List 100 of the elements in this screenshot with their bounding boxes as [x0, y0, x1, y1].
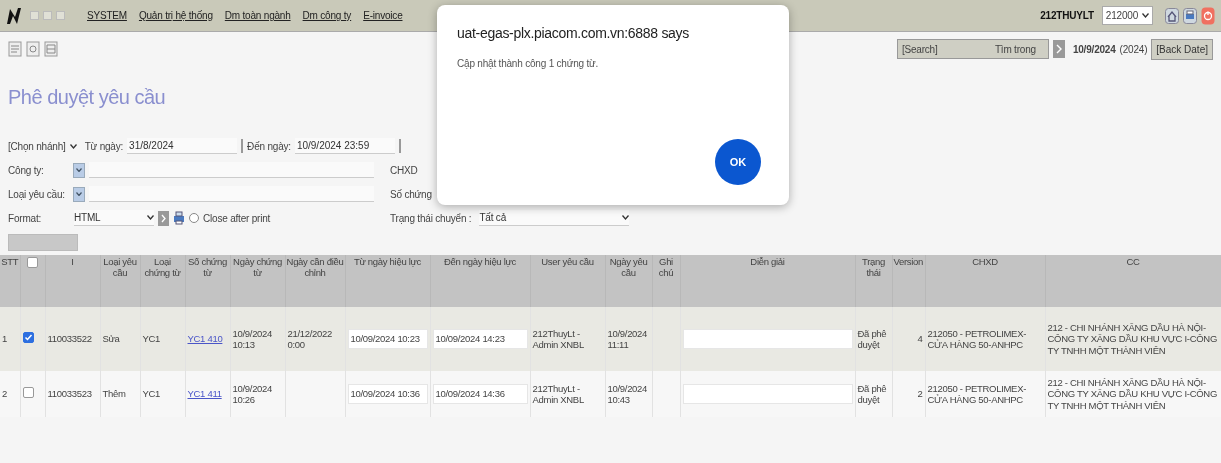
table-cell: Sửa	[100, 307, 140, 371]
document-icon[interactable]	[26, 41, 40, 57]
menu-item[interactable]: Quản trị hệ thống	[132, 8, 219, 23]
ok-button[interactable]: OK	[715, 139, 761, 185]
column-header: Số chứng từ	[185, 255, 230, 307]
table-cell: YC1	[140, 307, 185, 371]
radio-button[interactable]	[189, 213, 199, 223]
document-icon[interactable]	[44, 41, 58, 57]
menu-item[interactable]: Dm toàn ngành	[218, 8, 297, 23]
select-all-checkbox[interactable]	[27, 257, 38, 268]
table-cell: 21/12/2022 0:00	[285, 307, 345, 371]
chxd-label: CHXD	[390, 163, 418, 178]
table-cell: 212ThuyLt - Admin XNBL	[530, 371, 605, 417]
branch-select[interactable]: 212000	[1101, 6, 1153, 25]
description-field[interactable]	[682, 329, 853, 349]
caret-icon[interactable]	[622, 215, 630, 220]
column-header: Từ ngày hiệu lực	[345, 255, 430, 307]
close-after-print-label: Close after print	[203, 211, 271, 226]
dialog-title: uat-egas-plx.piacom.com.vn:6888 says	[457, 24, 690, 43]
date-field[interactable]: 10/09/2024 14:36	[432, 384, 528, 404]
page-title: Phê duyệt yêu cầu	[8, 85, 167, 110]
search-scope: Tìm trong	[994, 42, 1036, 57]
table-cell: Đã phê duyệt	[855, 371, 892, 417]
table-cell: 2	[0, 371, 20, 417]
logo-icon[interactable]	[6, 6, 22, 25]
row-checkbox[interactable]	[22, 387, 34, 399]
back-date-button[interactable]: [Back Date]	[1151, 38, 1213, 60]
table-cell: 4	[892, 307, 925, 371]
date-field[interactable]: 10/09/2024 10:23	[347, 329, 428, 349]
column-header: Loại yêu cầu	[100, 255, 140, 307]
company-field[interactable]	[88, 162, 374, 178]
table-cell: Thêm	[100, 371, 140, 417]
to-date-field[interactable]: 10/9/2024 23:59	[294, 138, 395, 154]
table-cell: Đã phê duyệt	[855, 307, 892, 371]
request-type-field[interactable]	[88, 186, 374, 202]
column-header: Loại chứng từ	[140, 255, 185, 307]
document-link[interactable]: YC1 410	[187, 333, 223, 345]
printer-icon[interactable]	[1183, 7, 1197, 24]
calendar-icon[interactable]	[241, 139, 244, 153]
table-cell: 212 - CHI NHÁNH XĂNG DẦU HÀ NỘI-CÔNG TY XĂNG DẦU KHU VỰC I-CÔNG TY TNHH MỘT THÀNH VIÊN	[1045, 307, 1221, 371]
request-type-label: Loại yêu cầu:	[8, 187, 66, 202]
table-cell: 1	[0, 307, 20, 371]
column-header: Diễn giải	[680, 255, 855, 307]
column-header: Ngày yêu cầu	[605, 255, 652, 307]
menu-item[interactable]: E-invoice	[357, 8, 409, 23]
column-header: I	[45, 255, 100, 307]
request-type-dropdown[interactable]	[72, 186, 85, 202]
document-icon[interactable]	[8, 41, 22, 57]
caret-icon[interactable]	[1142, 13, 1149, 18]
description-field[interactable]	[682, 384, 853, 404]
caret-icon[interactable]	[69, 143, 77, 149]
transfer-status-select[interactable]: Tất cả	[479, 210, 630, 226]
document-link[interactable]: YC1 411	[187, 388, 222, 400]
column-header: STT	[0, 255, 20, 307]
company-dropdown[interactable]	[72, 162, 85, 178]
user-name: 212THUYLT	[1040, 9, 1094, 23]
home-icon[interactable]	[1165, 7, 1179, 24]
table-cell: 212050 - PETROLIMEX-CỬA HÀNG 50-ANHPC	[925, 371, 1045, 417]
branch-select[interactable]: [Chọn nhánh]	[8, 138, 77, 154]
column-header: Ngày cần điều chỉnh	[285, 255, 345, 307]
format-select[interactable]: HTML	[74, 210, 154, 226]
dialog-message: Cập nhật thành công 1 chứng từ.	[457, 57, 600, 71]
table-cell: 2	[892, 371, 925, 417]
table-cell: 10/9/2024 11:11	[605, 307, 652, 371]
table-cell: 212050 - PETROLIMEX-CỬA HÀNG 50-ANHPC	[925, 307, 1045, 371]
menu-item[interactable]: SYSTEM	[81, 8, 133, 23]
column-header: CHXD	[925, 255, 1045, 307]
calendar-icon[interactable]	[398, 139, 401, 153]
current-year: (2024)	[1119, 42, 1148, 57]
document-number-label: Số chứng	[390, 187, 432, 202]
table-cell: 212ThuyLt - Admin XNBL	[530, 307, 605, 371]
column-header: Version	[892, 255, 925, 307]
column-header: User yêu cầu	[530, 255, 605, 307]
table-cell: 10/9/2024 10:13	[230, 307, 285, 371]
caret-icon[interactable]	[147, 215, 154, 220]
from-date-field[interactable]: 31/8/2024	[127, 138, 238, 154]
from-date-label: Từ ngày:	[84, 139, 124, 154]
table-cell: YC1	[140, 371, 185, 417]
table-cell: 10/9/2024 10:43	[605, 371, 652, 417]
company-label: Công ty:	[8, 163, 45, 178]
table-cell: 212 - CHI NHÁNH XĂNG DẦU HÀ NỘI-CÔNG TY XĂNG DẦU KHU VỰC I-CÔNG TY TNHH MỘT THÀNH VIÊN	[1045, 371, 1221, 417]
caret-icon	[75, 192, 82, 196]
transfer-status-label: Trạng thái chuyển :	[390, 211, 472, 226]
date-field[interactable]: 10/09/2024 14:23	[432, 329, 528, 349]
column-header: Ngày chứng từ	[230, 255, 285, 307]
power-icon[interactable]	[1201, 6, 1215, 25]
row-checkbox[interactable]	[22, 332, 34, 344]
format-label: Format:	[8, 211, 43, 226]
column-header: Ghi chú	[652, 255, 680, 307]
table-cell: 110033522	[45, 307, 100, 371]
to-date-label: Đến ngày:	[247, 139, 291, 154]
column-header: CC	[1045, 255, 1221, 307]
menu-item[interactable]: Dm công ty	[296, 8, 358, 23]
column-header: Đến ngày hiệu lực	[430, 255, 530, 307]
table-cell: 110033523	[45, 371, 100, 417]
date-field[interactable]: 10/09/2024 10:36	[347, 384, 428, 404]
printer-icon[interactable]	[173, 211, 185, 225]
search-field[interactable]: [Search] Tìm trong	[896, 39, 1049, 59]
table-cell: 10/9/2024 10:26	[230, 371, 285, 417]
caret-icon	[75, 168, 82, 172]
